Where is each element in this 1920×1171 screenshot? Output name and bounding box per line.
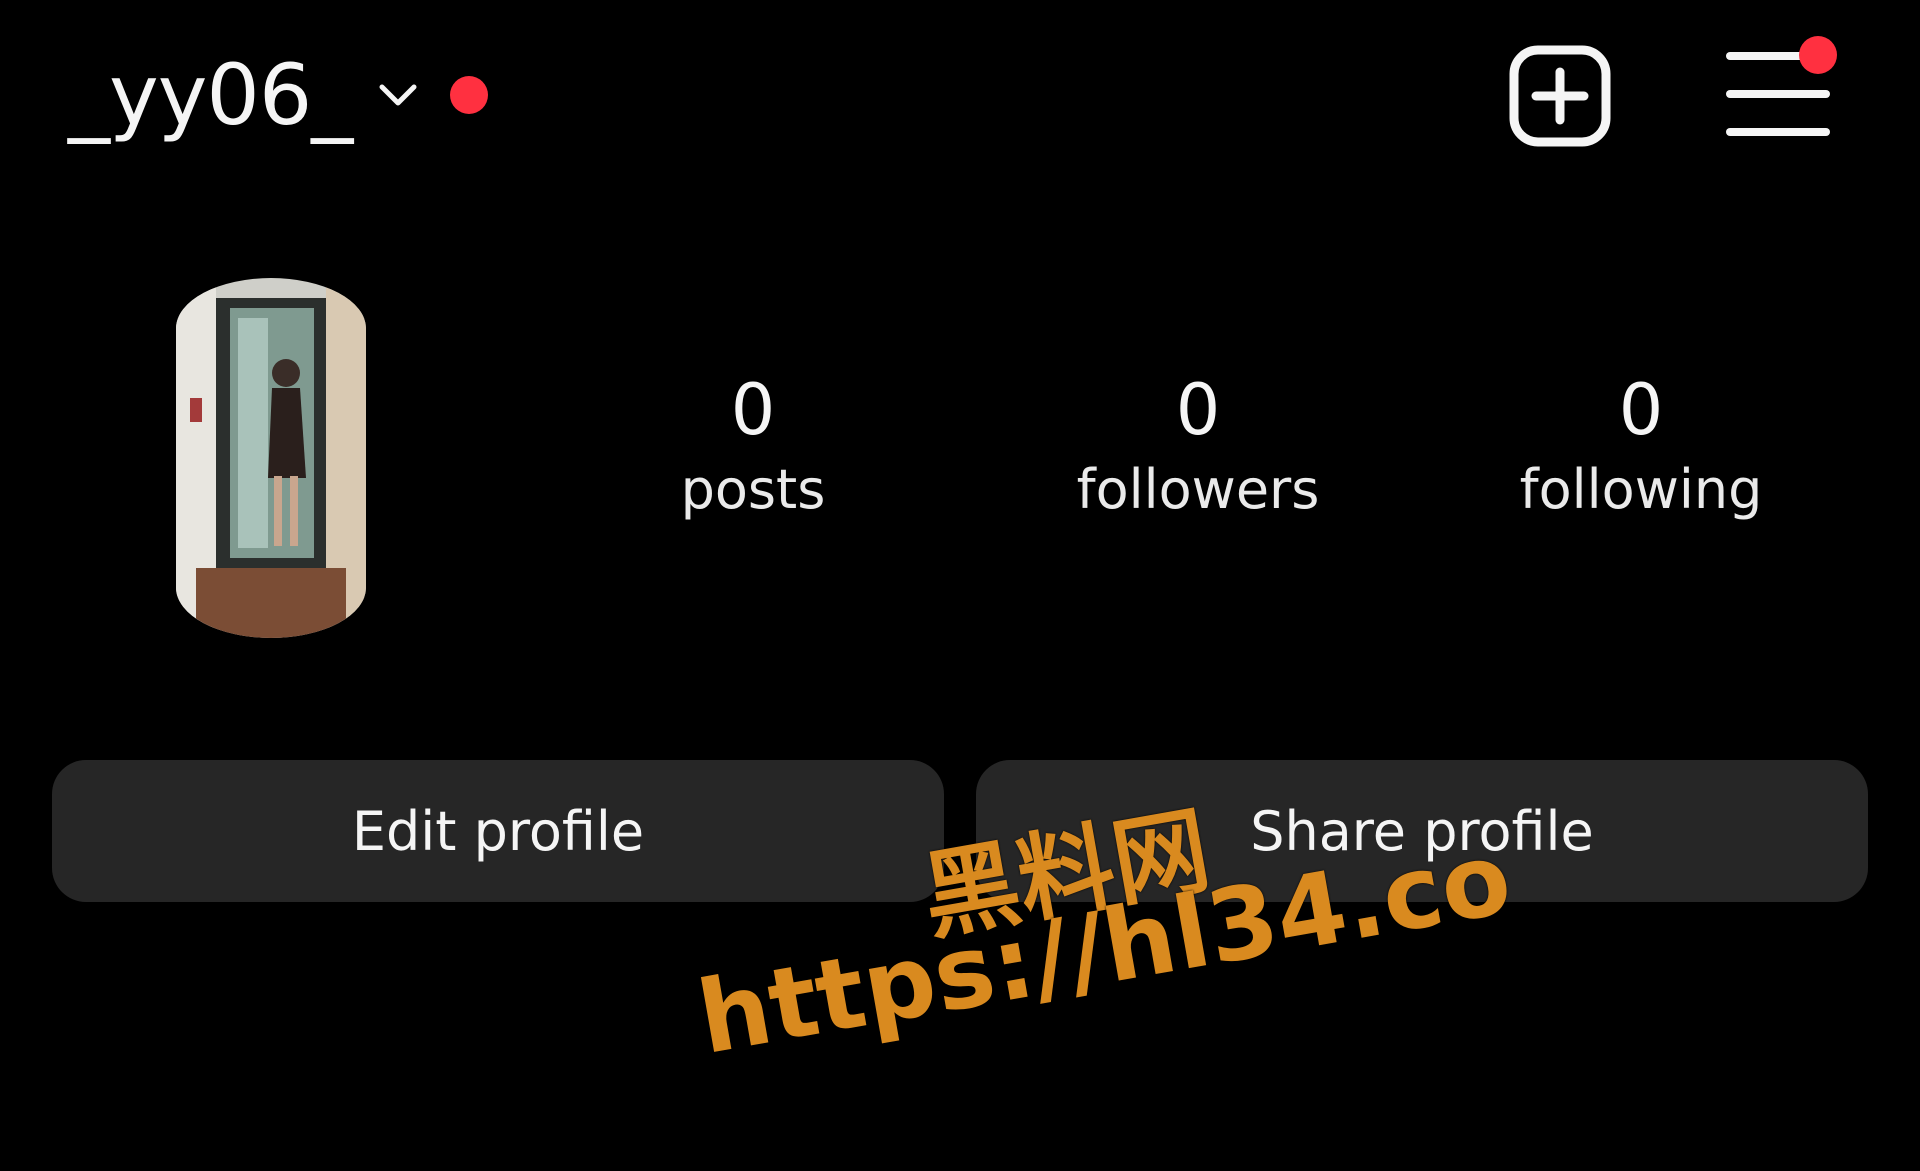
following-label: following xyxy=(1519,458,1763,521)
posts-count: 0 xyxy=(730,369,776,451)
plus-square-icon xyxy=(1509,45,1611,147)
menu-notification-dot xyxy=(1799,36,1837,74)
followers-label: followers xyxy=(1076,458,1320,521)
stat-posts[interactable]: 0 posts xyxy=(603,372,903,530)
following-count: 0 xyxy=(1618,369,1664,451)
top-bar: _yy06_ xyxy=(0,0,1920,190)
posts-label: posts xyxy=(680,458,826,521)
edit-profile-button[interactable]: Edit profile xyxy=(52,760,944,902)
stat-following[interactable]: 0 following xyxy=(1491,372,1791,530)
new-post-button[interactable] xyxy=(1508,44,1612,148)
account-switcher[interactable]: _yy06_ xyxy=(68,40,489,150)
stat-followers[interactable]: 0 followers xyxy=(1048,372,1348,530)
share-profile-button[interactable]: Share profile xyxy=(976,760,1868,902)
avatar-photo xyxy=(176,278,366,638)
account-notification-dot xyxy=(450,76,489,114)
profile-avatar[interactable] xyxy=(176,278,366,638)
username-title: _yy06_ xyxy=(68,46,353,144)
chevron-down-icon[interactable] xyxy=(374,71,422,119)
followers-count: 0 xyxy=(1175,369,1221,451)
